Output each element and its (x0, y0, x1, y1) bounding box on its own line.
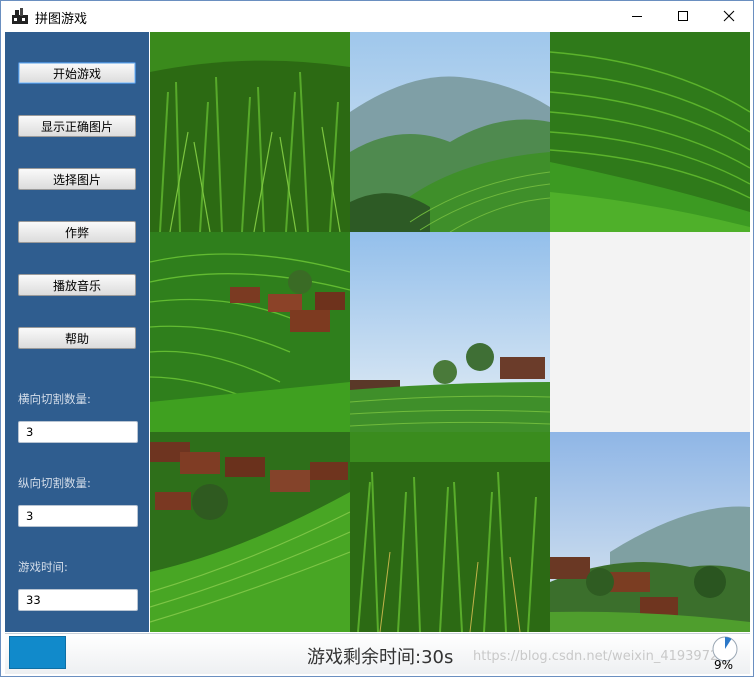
puzzle-tile[interactable] (550, 32, 750, 232)
empty-tile[interactable] (550, 232, 750, 432)
horizontal-cuts-label: 横向切割数量: (18, 392, 91, 406)
puzzle-tile[interactable] (350, 32, 550, 232)
start-game-button[interactable]: 开始游戏 (18, 62, 136, 84)
puzzle-tile[interactable] (350, 432, 550, 632)
puzzle-tile[interactable] (150, 32, 350, 232)
help-button[interactable]: 帮助 (18, 327, 136, 349)
close-button[interactable] (706, 1, 752, 31)
minimize-icon (632, 16, 642, 17)
watermark-text: https://blog.csdn.net/weixin_41939727 (473, 649, 727, 664)
cheat-button[interactable]: 作弊 (18, 221, 136, 243)
title-bar: 拼图游戏 (1, 1, 753, 31)
puzzle-tile[interactable] (550, 432, 750, 632)
app-window: 拼图游戏 开始游戏 显示正确图片 选择图片 作弊 播放音乐 帮助 横向切割数量:… (0, 0, 754, 677)
control-panel: 开始游戏 显示正确图片 选择图片 作弊 播放音乐 帮助 横向切割数量: 3 纵向… (5, 32, 149, 632)
progress-percent: 9% (714, 658, 734, 672)
game-time-input[interactable]: 33 (18, 589, 138, 611)
horizontal-cuts-input[interactable]: 3 (18, 421, 138, 443)
game-time-label: 游戏时间: (18, 560, 68, 574)
play-music-button[interactable]: 播放音乐 (18, 274, 136, 296)
maximize-button[interactable] (660, 1, 706, 31)
remaining-time-text: 游戏剩余时间:30s (307, 647, 454, 668)
vertical-cuts-label: 纵向切割数量: (18, 476, 91, 490)
maximize-icon (678, 11, 688, 21)
vertical-cuts-input[interactable]: 3 (18, 505, 138, 527)
status-bar: 游戏剩余时间:30s https://blog.csdn.net/weixin_… (5, 633, 750, 674)
show-correct-image-button[interactable]: 显示正确图片 (18, 115, 136, 137)
select-image-button[interactable]: 选择图片 (18, 168, 136, 190)
minimize-button[interactable] (614, 1, 660, 31)
progress-bar (9, 636, 66, 669)
puzzle-board (150, 32, 750, 632)
window-title: 拼图游戏 (35, 12, 88, 27)
app-icon (12, 8, 28, 24)
puzzle-tile[interactable] (150, 232, 350, 432)
puzzle-tile[interactable] (350, 232, 550, 432)
puzzle-tile[interactable] (150, 432, 350, 632)
close-icon (723, 10, 735, 22)
